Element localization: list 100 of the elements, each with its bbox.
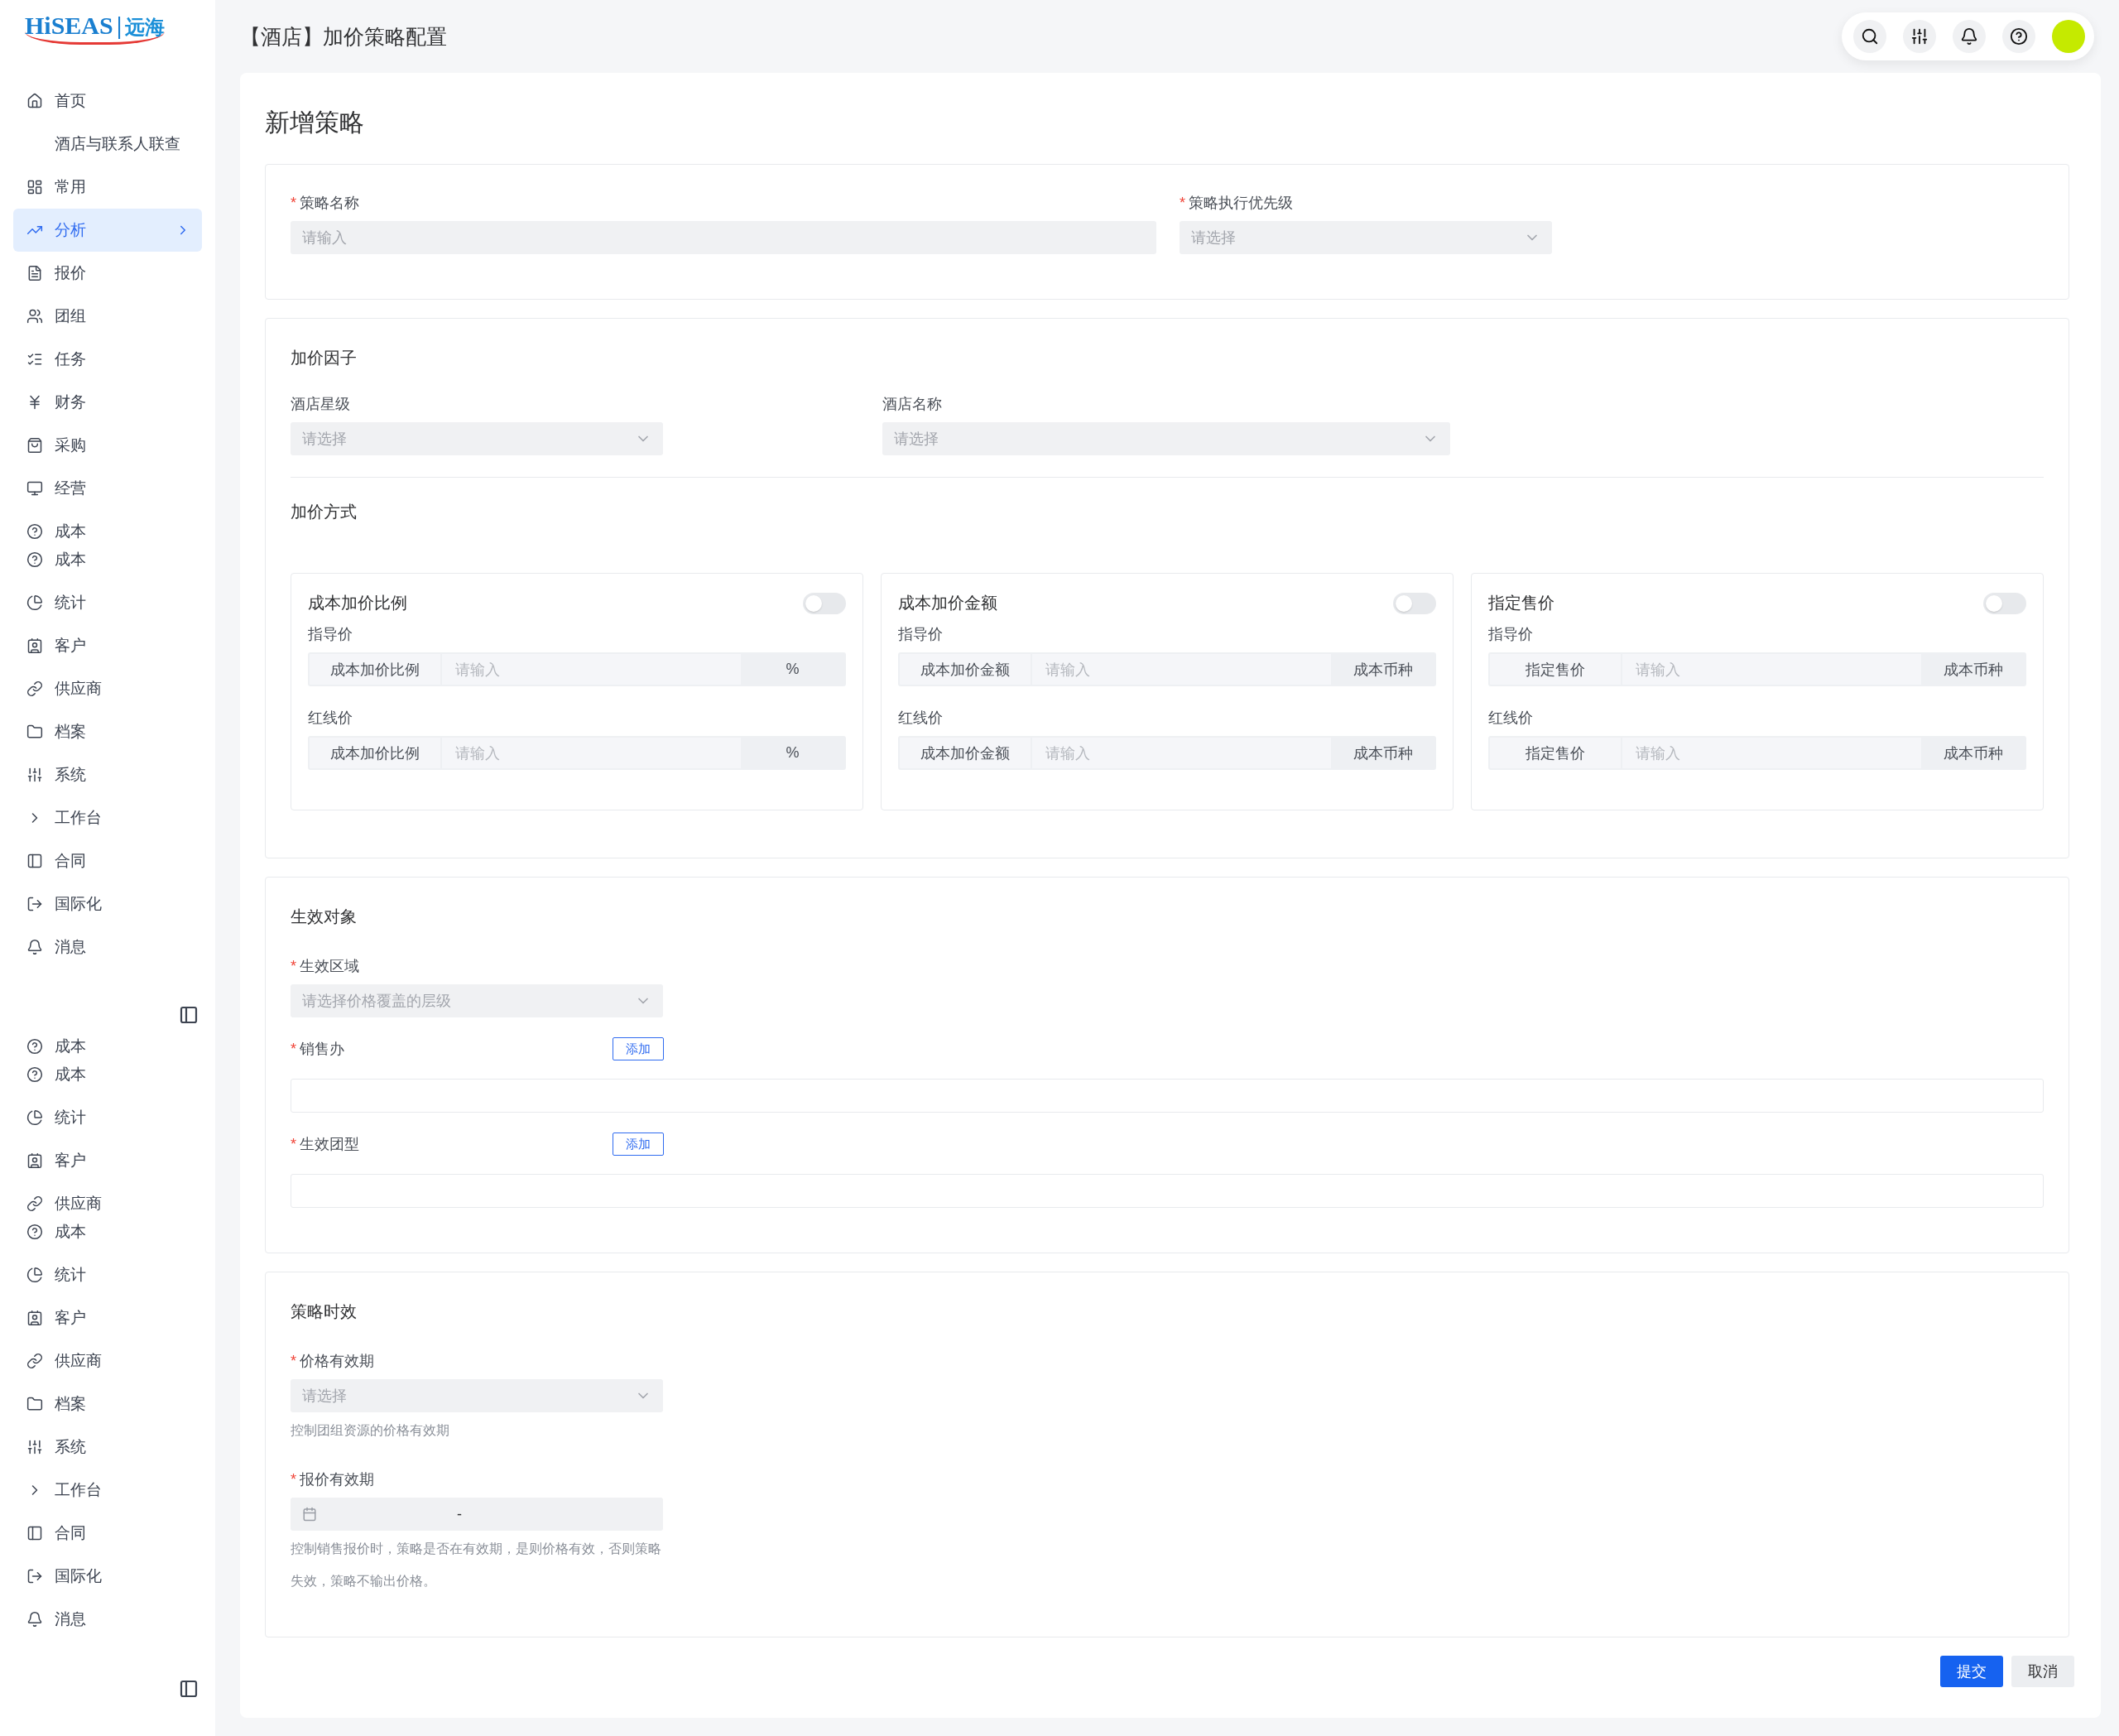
search-button[interactable] [1853, 20, 1886, 53]
field-label: * 报价有效期 [291, 1470, 375, 1489]
help-icon [26, 1066, 43, 1083]
field-label: 酒店星级 [291, 395, 351, 414]
nav-item[interactable]: 成本 [13, 1060, 202, 1089]
add-button[interactable]: 添加 [613, 1132, 664, 1156]
nav-item[interactable]: 采购 [13, 431, 202, 459]
nav-item[interactable]: 档案 [13, 718, 202, 746]
nav-item[interactable]: 合同 [13, 847, 202, 875]
nav-item[interactable]: 消息 [13, 1605, 202, 1633]
folder-icon [26, 1396, 43, 1412]
required-mark: * [291, 1041, 296, 1057]
addon-input-field[interactable]: 成本加价金额 请输入 成本币种 [898, 736, 1436, 770]
home-icon [26, 93, 43, 109]
addon-input-field[interactable]: 指定售价 请输入 成本币种 [1488, 736, 2026, 770]
nav-item[interactable]: 财务 [13, 388, 202, 416]
calendar-icon [302, 1507, 317, 1522]
nav-item[interactable]: 供应商 [13, 675, 202, 703]
bell-icon [1960, 27, 1978, 46]
nav-item[interactable]: 客户 [13, 632, 202, 660]
required-mark: * [291, 1353, 296, 1369]
logout-icon [26, 1568, 43, 1585]
nav-item[interactable]: 系统 [13, 761, 202, 789]
field-label: 酒店名称 [882, 395, 943, 414]
required-mark: * [1180, 195, 1185, 211]
nav-item[interactable]: 团组 [13, 302, 202, 330]
collapse-sidebar-button[interactable] [179, 1005, 199, 1025]
cancel-button[interactable]: 取消 [2011, 1656, 2074, 1687]
nav-item[interactable]: 分析 [13, 209, 202, 252]
method-title: 成本加价比例 [308, 593, 407, 613]
toggle-switch[interactable] [1393, 592, 1436, 614]
addon-input-field[interactable]: 成本加价比例 请输入 % [308, 652, 846, 686]
nav-item[interactable]: 经营 [13, 474, 202, 503]
link-icon [26, 1195, 43, 1212]
sliders-icon [26, 1439, 43, 1455]
nav-item[interactable]: 系统 [13, 1433, 202, 1461]
nav-item[interactable]: 消息 [13, 933, 202, 961]
price-label: 指导价 [898, 625, 944, 644]
nav-item[interactable]: 统计 [13, 1104, 202, 1132]
pie-chart-icon [26, 1267, 43, 1283]
required-mark: * [291, 958, 296, 974]
contact-card-icon [26, 1310, 43, 1326]
collapse-sidebar-button[interactable] [179, 1679, 199, 1699]
submit-button[interactable]: 提交 [1940, 1656, 2003, 1687]
folder-icon [26, 724, 43, 740]
addon-input-field[interactable]: 指定售价 请输入 成本币种 [1488, 652, 2026, 686]
required-mark: * [291, 1471, 296, 1488]
help-button[interactable] [2002, 20, 2035, 53]
bag-icon [26, 437, 43, 454]
nav-item[interactable]: 成本 [13, 546, 202, 574]
toggle-switch[interactable] [803, 592, 846, 614]
addon-input-field[interactable]: 成本加价比例 请输入 % [308, 736, 846, 770]
nav-item[interactable]: 国际化 [13, 890, 202, 918]
add-button[interactable]: 添加 [613, 1037, 664, 1060]
nav-item[interactable]: 工作台 [13, 1476, 202, 1504]
nav-item[interactable]: 成本 [13, 1032, 202, 1060]
help-text: 控制销售报价时，策略是否在有效期，是则价格有效，否则策略失效，策略不输出价格。 [291, 1541, 662, 1589]
nav-item[interactable]: 统计 [13, 1261, 202, 1289]
price-label: 指导价 [1488, 625, 1534, 644]
nav-item[interactable]: 供应商 [13, 1347, 202, 1375]
addon-input-field[interactable]: 成本加价金额 请输入 成本币种 [898, 652, 1436, 686]
contact-card-icon [26, 637, 43, 654]
price-label: 指导价 [308, 625, 353, 644]
nav-item[interactable]: 国际化 [13, 1562, 202, 1590]
notifications-button[interactable] [1953, 20, 1986, 53]
nav-item[interactable]: 成本 [13, 1218, 202, 1246]
nav-item[interactable]: 档案 [13, 1390, 202, 1418]
users-icon [26, 308, 43, 325]
nav-item[interactable]: 任务 [13, 345, 202, 373]
nav-item[interactable]: 客户 [13, 1147, 202, 1175]
page-header-title: 【酒店】加价策略配置 [240, 23, 447, 50]
toggle-switch[interactable] [1983, 592, 2026, 614]
pie-chart-icon [26, 1109, 43, 1126]
settings-button[interactable] [1903, 20, 1936, 53]
date-range-field[interactable]: - [291, 1498, 663, 1531]
nav-item[interactable]: 客户 [13, 1304, 202, 1332]
price-label: 红线价 [308, 709, 353, 728]
panel-icon [179, 1679, 199, 1699]
nav-item[interactable]: 首页 [13, 87, 202, 115]
link-icon [26, 1353, 43, 1369]
nav-item[interactable]: 工作台 [13, 804, 202, 832]
nav-item[interactable]: 统计 [13, 589, 202, 617]
nav-item[interactable]: 成本 [13, 517, 202, 546]
nav-item[interactable]: 供应商 [13, 1190, 202, 1218]
field-label: * 策略执行优先级 [1180, 194, 1294, 213]
field-label: * 价格有效期 [291, 1352, 375, 1371]
logout-icon [26, 896, 43, 912]
nav-item[interactable]: 酒店与联系人联查 [13, 130, 202, 158]
help-icon [26, 551, 43, 568]
nav-item[interactable]: 合同 [13, 1519, 202, 1547]
section-heading: 策略时效 [291, 1301, 358, 1322]
method-title: 指定售价 [1488, 593, 1554, 613]
document-icon [26, 265, 43, 281]
nav-item[interactable]: 报价 [13, 259, 202, 287]
section-heading: 生效对象 [291, 906, 358, 927]
nav-item[interactable]: 常用 [13, 173, 202, 201]
field-label: * 策略名称 [291, 194, 360, 213]
sliders-icon [1910, 27, 1929, 46]
panel-icon [26, 1525, 43, 1541]
monitor-icon [26, 480, 43, 497]
